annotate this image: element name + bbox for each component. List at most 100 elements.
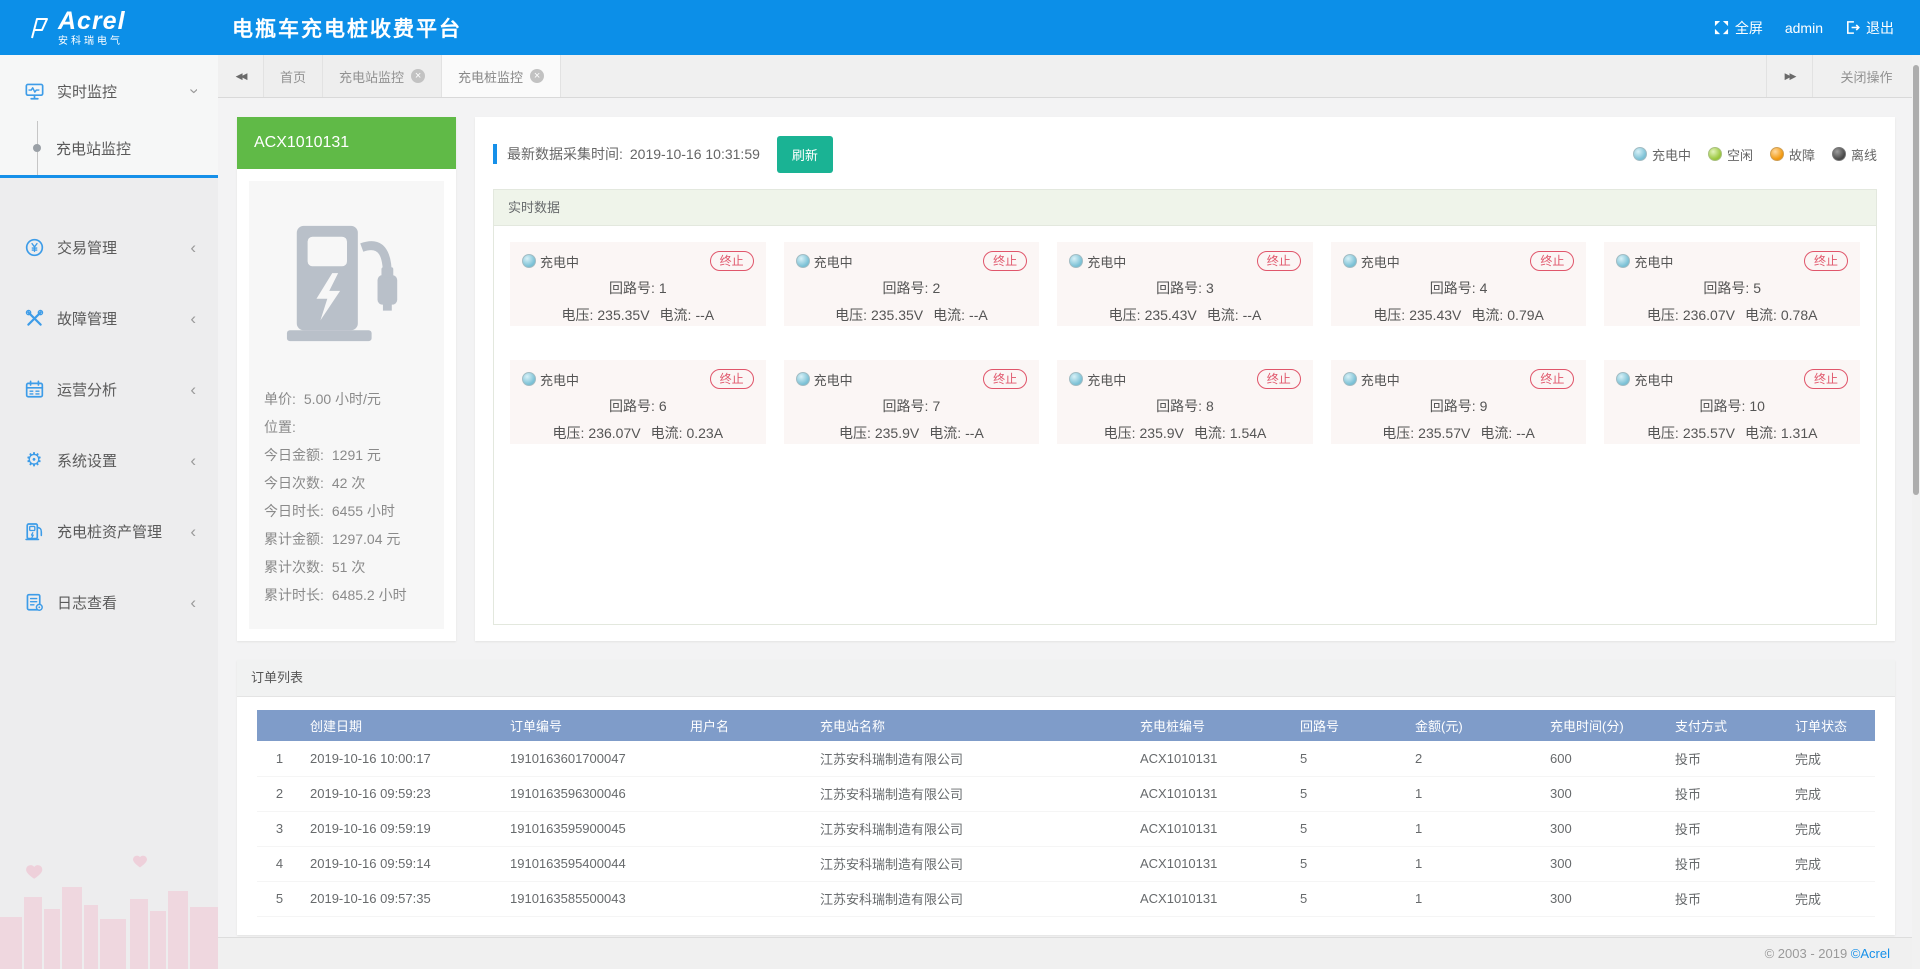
terminate-button[interactable]: 终止: [983, 369, 1027, 389]
page-title: 电瓶车充电桩收费平台: [232, 13, 462, 43]
app-header: Acrel 安科瑞电气 电瓶车充电桩收费平台 全屏 admin 退出: [0, 0, 1920, 55]
order-cell: 投币: [1667, 741, 1787, 776]
terminate-button[interactable]: 终止: [1804, 251, 1848, 271]
col-row-number: [257, 710, 302, 741]
order-cell: 2: [257, 776, 302, 811]
terminate-button[interactable]: 终止: [1804, 369, 1848, 389]
pile-info-panel: ACX1010131 单价:5.00 小时/元: [237, 117, 456, 641]
orders-table: 创建日期 订单编号 用户名 充电站名称 充电桩编号 回路号 金额(元) 充电时间…: [257, 710, 1875, 917]
table-header-row: 创建日期 订单编号 用户名 充电站名称 充电桩编号 回路号 金额(元) 充电时间…: [257, 710, 1875, 741]
order-cell: 1: [1407, 811, 1542, 846]
table-row: 1 2019-10-16 10:00:17 1910163601700047 江…: [257, 741, 1875, 776]
circuit-number: 回路号:3: [1069, 278, 1301, 298]
circuit-number: 回路号:1: [522, 278, 754, 298]
order-cell: 1910163601700047: [502, 741, 682, 776]
charger-asset-icon: [24, 522, 44, 542]
sidebar-item-station-monitor[interactable]: 充电站监控: [0, 121, 218, 175]
sidebar-item-transactions[interactable]: 交易管理 ‹: [0, 212, 218, 283]
copyright-text: © 2003 - 2019: [1765, 946, 1851, 961]
order-cell: 5: [1292, 811, 1407, 846]
orders-panel: 订单列表 创建日期 订单编号 用户名 充电站名称 充电桩编号 回: [237, 660, 1895, 935]
terminate-button[interactable]: 终止: [1530, 369, 1574, 389]
fault-status-icon: [1770, 147, 1784, 161]
order-cell: [682, 811, 812, 846]
close-operations-button[interactable]: 关闭操作: [1812, 55, 1920, 97]
idle-status-icon: [1708, 147, 1722, 161]
sidebar-item-settings[interactable]: ⚙ 系统设置 ‹: [0, 425, 218, 496]
stat-total-count: 累计次数:51 次: [264, 553, 429, 581]
tabs-scroll-right-button[interactable]: ▶▶: [1766, 55, 1812, 97]
accent-bar: [493, 144, 497, 164]
order-cell: 2019-10-16 09:59:19: [302, 811, 502, 846]
order-cell: 2019-10-16 09:59:23: [302, 776, 502, 811]
orders-title: 订单列表: [237, 660, 1895, 697]
collect-time-value: 2019-10-16 10:31:59: [630, 146, 760, 162]
terminate-button[interactable]: 终止: [710, 251, 754, 271]
close-tab-icon[interactable]: ×: [530, 69, 544, 83]
refresh-button[interactable]: 刷新: [777, 136, 833, 173]
order-cell: [682, 776, 812, 811]
circuit-card: 充电中 终止 回路号:8 电压:235.9V电流:1.54A: [1057, 360, 1313, 444]
chevron-left-icon: ‹: [190, 309, 196, 329]
charging-status-icon: [1343, 372, 1357, 386]
circuit-card: 充电中 终止 回路号:6 电压:236.07V电流:0.23A: [510, 360, 766, 444]
order-cell: [682, 881, 812, 916]
username[interactable]: admin: [1785, 20, 1823, 36]
acrel-link[interactable]: ©Acrel: [1851, 946, 1890, 961]
charging-status-icon: [1616, 254, 1630, 268]
sidebar: 实时监控 ‹ 充电站监控 交易管理 ‹ 故障管理 ‹: [0, 55, 218, 969]
order-cell: 1: [1407, 846, 1542, 881]
order-cell: 投币: [1667, 846, 1787, 881]
tab-home[interactable]: 首页: [264, 55, 323, 97]
fullscreen-icon: [1714, 20, 1729, 35]
sidebar-item-pile-assets[interactable]: 充电桩资产管理 ‹: [0, 496, 218, 567]
circuit-number: 回路号:8: [1069, 396, 1301, 416]
sidebar-item-realtime-monitor[interactable]: 实时监控 ‹: [0, 61, 218, 121]
terminate-button[interactable]: 终止: [1530, 251, 1574, 271]
tab-pile-monitor[interactable]: 充电桩监控 ×: [442, 55, 561, 97]
chevron-left-icon: ‹: [190, 593, 196, 613]
charging-status-icon: [796, 372, 810, 386]
order-cell: 完成: [1787, 846, 1875, 881]
order-cell: 5: [1292, 846, 1407, 881]
voltage-current: 电压:235.57V电流:--A: [1343, 423, 1575, 443]
col-header: 金额(元): [1407, 710, 1542, 741]
collect-time-label: 最新数据采集时间:: [507, 144, 623, 164]
circuit-number: 回路号:2: [796, 278, 1028, 298]
charging-status-icon: [522, 372, 536, 386]
sidebar-item-faults[interactable]: 故障管理 ‹: [0, 283, 218, 354]
tabs-scroll-left-button[interactable]: ◀◀: [218, 55, 264, 97]
terminate-button[interactable]: 终止: [1257, 251, 1301, 271]
scrollbar-thumb[interactable]: [1913, 65, 1919, 495]
order-cell: 江苏安科瑞制造有限公司: [812, 881, 1132, 916]
close-tab-icon[interactable]: ×: [411, 69, 425, 83]
sidebar-item-analytics[interactable]: 运营分析 ‹: [0, 354, 218, 425]
voltage-current: 电压:235.9V电流:1.54A: [1069, 423, 1301, 443]
brand-name: Acrel: [58, 9, 126, 34]
table-row: 5 2019-10-16 09:57:35 1910163585500043 江…: [257, 881, 1875, 916]
tab-station-monitor[interactable]: 充电站监控 ×: [323, 55, 442, 97]
order-cell: 600: [1542, 741, 1667, 776]
order-cell: ACX1010131: [1132, 811, 1292, 846]
legend-idle: 空闲: [1708, 145, 1753, 164]
voltage-current: 电压:236.07V电流:0.78A: [1616, 305, 1848, 325]
legend-fault: 故障: [1770, 145, 1815, 164]
table-row: 3 2019-10-16 09:59:19 1910163595900045 江…: [257, 811, 1875, 846]
col-header: 充电时间(分): [1542, 710, 1667, 741]
voltage-current: 电压:235.57V电流:1.31A: [1616, 423, 1848, 443]
order-cell: 3: [257, 811, 302, 846]
stat-today-duration: 今日时长:6455 小时: [264, 497, 429, 525]
logout-button[interactable]: 退出: [1845, 18, 1894, 38]
gear-icon: ⚙: [24, 451, 44, 471]
terminate-button[interactable]: 终止: [1257, 369, 1301, 389]
order-cell: 投币: [1667, 881, 1787, 916]
fullscreen-button[interactable]: 全屏: [1714, 18, 1763, 38]
sidebar-item-logs[interactable]: 日志查看 ‹: [0, 567, 218, 638]
charging-status-icon: [1069, 372, 1083, 386]
order-cell: 投币: [1667, 811, 1787, 846]
terminate-button[interactable]: 终止: [983, 251, 1027, 271]
terminate-button[interactable]: 终止: [710, 369, 754, 389]
voltage-current: 电压:235.35V电流:--A: [796, 305, 1028, 325]
circuit-card: 充电中 终止 回路号:3 电压:235.43V电流:--A: [1057, 242, 1313, 326]
circuit-number: 回路号:10: [1616, 396, 1848, 416]
